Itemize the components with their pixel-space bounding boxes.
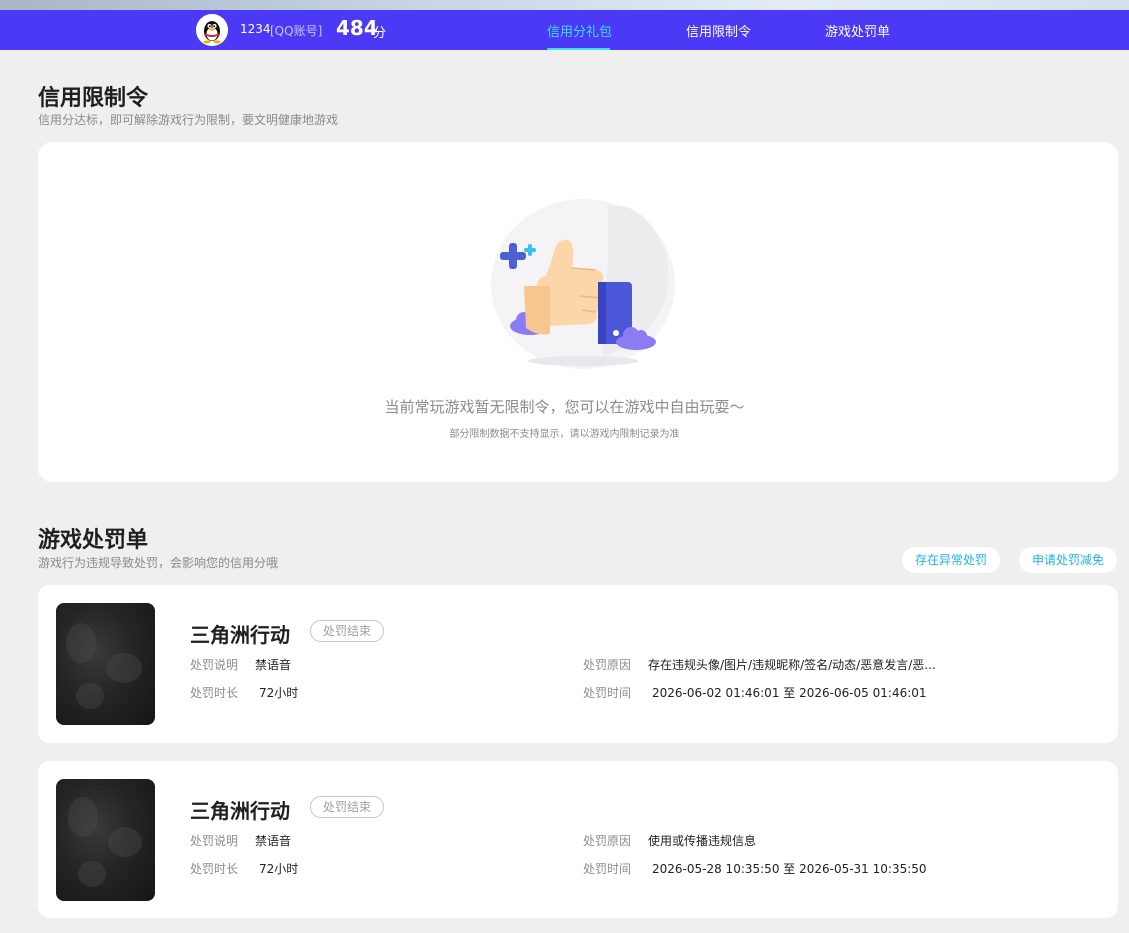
- penalty-desc-label: 处罚说明: [190, 658, 239, 672]
- restriction-empty-message: 当前常玩游戏暂无限制令，您可以在游戏中自由玩耍～: [384, 398, 745, 416]
- abnormal-penalty-button[interactable]: 存在异常处罚: [902, 547, 1000, 573]
- penalty-status-badge: 处罚结束: [310, 796, 385, 818]
- penalty-duration-label: 处罚时长: [190, 686, 239, 700]
- penalty-time-label: 处罚时间: [583, 686, 632, 700]
- apply-penalty-reduction-button[interactable]: 申请处罚减免: [1019, 547, 1117, 573]
- penalty-time-label: 处罚时间: [583, 862, 632, 876]
- penalty-duration-label: 处罚时长: [190, 862, 239, 876]
- nav-credit-gift[interactable]: 信用分礼包: [547, 21, 612, 40]
- penalty-game-name: 三角洲行动: [190, 623, 290, 647]
- qq-avatar-icon[interactable]: [196, 14, 228, 46]
- game-thumbnail: [56, 603, 155, 725]
- penalty-time-value: 2026-06-02 01:46:01 至 2026-06-05 01:46:0…: [652, 686, 927, 700]
- penalty-subtitle: 游戏行为违规导致处罚，会影响您的信用分哦: [38, 556, 279, 570]
- penalty-game-name: 三角洲行动: [190, 799, 290, 823]
- restriction-empty-note: 部分限制数据不支持显示，请以游戏内限制记录为准: [449, 429, 680, 440]
- account-type: [QQ账号]: [270, 24, 323, 38]
- credit-score-unit: 分: [373, 26, 387, 41]
- game-thumbnail: [56, 779, 155, 901]
- penalty-status-badge: 处罚结束: [310, 620, 385, 642]
- penalty-reason-value: 使用或传播违规信息: [648, 834, 757, 848]
- credit-score: 484: [336, 16, 378, 40]
- thumbs-up-icon: [488, 196, 678, 375]
- restriction-title: 信用限制令: [38, 86, 149, 111]
- restriction-subtitle: 信用分达标，即可解除游戏行为限制，要文明健康地游戏: [38, 113, 339, 127]
- penalty-duration-value: 72小时: [259, 686, 299, 700]
- nav-active-underline: [547, 48, 610, 50]
- penalty-reason-value: 存在违规头像/图片/违规昵称/签名/动态/恶意发言/恶...: [648, 658, 936, 672]
- nav-game-penalty[interactable]: 游戏处罚单: [825, 21, 890, 40]
- penalty-reason-label: 处罚原因: [583, 834, 632, 848]
- penalty-time-value: 2026-05-28 10:35:50 至 2026-05-31 10:35:5…: [652, 862, 927, 876]
- user-id: 1234: [240, 22, 271, 36]
- penalty-desc-value: 禁语音: [255, 658, 292, 672]
- penalty-desc-label: 处罚说明: [190, 834, 239, 848]
- penalty-reason-label: 处罚原因: [583, 658, 632, 672]
- header-bar: 1234 [QQ账号] 484 分 信用分礼包 信用限制令 游戏处罚单: [0, 10, 1129, 50]
- penalty-desc-value: 禁语音: [255, 834, 292, 848]
- penalty-title: 游戏处罚单: [38, 528, 149, 553]
- penalty-card[interactable]: 三角洲行动 处罚结束 处罚说明 禁语音 处罚时长 72小时 处罚原因 存在违规头…: [38, 585, 1118, 743]
- browser-top-strip: [0, 0, 1129, 10]
- penalty-duration-value: 72小时: [259, 862, 299, 876]
- penalty-card[interactable]: 三角洲行动 处罚结束 处罚说明 禁语音 处罚时长 72小时 处罚原因 使用或传播…: [38, 761, 1118, 918]
- nav-credit-restriction[interactable]: 信用限制令: [686, 21, 751, 40]
